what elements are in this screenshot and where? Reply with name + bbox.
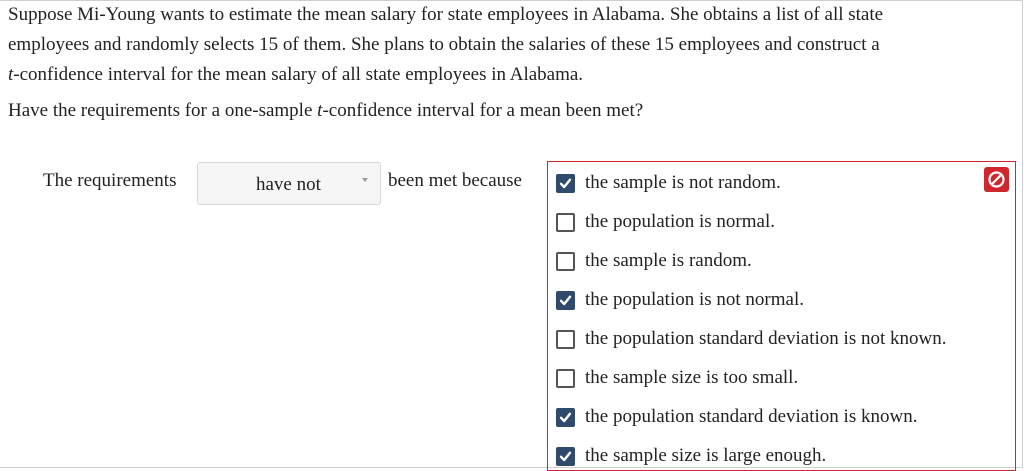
checkbox-checked[interactable] [556, 173, 575, 193]
question-line-3: t-confidence interval for the mean salar… [8, 60, 1008, 90]
reason-option[interactable]: the sample size is too small. [556, 363, 798, 393]
reason-option[interactable]: the population is normal. [556, 207, 775, 237]
reasons-checkbox-group: the sample is not random. the population … [547, 161, 1016, 471]
checkmark-icon [559, 178, 572, 188]
question-line-2: employees and randomly selects 15 of the… [8, 34, 880, 55]
checkbox-unchecked[interactable] [556, 212, 575, 232]
question-line-3-text: -confidence interval for the mean salary… [13, 64, 584, 85]
reason-option-label: the sample size is large enough. [585, 445, 827, 466]
no-entry-icon [984, 167, 1009, 192]
reason-option[interactable]: the sample is random. [556, 246, 752, 276]
checkbox-checked[interactable] [556, 407, 575, 427]
question-line-1: Suppose Mi-Young wants to estimate the m… [8, 4, 884, 25]
checkbox-checked[interactable] [556, 446, 575, 466]
checkbox-unchecked[interactable] [556, 329, 575, 349]
checkmark-icon [559, 295, 572, 305]
question-text: Suppose Mi-Young wants to estimate the m… [8, 0, 1008, 90]
requirements-dropdown[interactable]: have not [197, 162, 381, 205]
reason-option-label: the population is normal. [585, 211, 775, 232]
reason-option-label: the sample is not random. [585, 172, 781, 193]
reason-option-label: the sample size is too small. [585, 367, 799, 388]
reason-option-label: the population standard deviation is kno… [585, 406, 918, 427]
checkbox-unchecked[interactable] [556, 251, 575, 271]
checkbox-checked[interactable] [556, 290, 575, 310]
checkbox-unchecked[interactable] [556, 368, 575, 388]
reason-option[interactable]: the sample size is large enough. [556, 441, 826, 471]
reason-option-label: the sample is random. [585, 250, 752, 271]
reason-option[interactable]: the population standard deviation is kno… [556, 402, 917, 432]
checkmark-icon [559, 451, 572, 461]
checkmark-icon [559, 412, 572, 422]
reason-option-label: the population standard deviation is not… [585, 328, 947, 349]
reason-option[interactable]: the sample is not random. [556, 168, 781, 198]
dropdown-value: have not [256, 174, 321, 195]
chevron-down-icon [362, 178, 368, 182]
reason-option-label: the population is not normal. [585, 289, 805, 310]
reason-option[interactable]: the population standard deviation is not… [556, 324, 946, 354]
requirements-label: The requirements [43, 170, 177, 191]
because-label: been met because [388, 170, 522, 191]
prompt-part-b: -confidence interval for a mean been met… [322, 100, 644, 121]
reason-option[interactable]: the population is not normal. [556, 285, 804, 315]
prompt-part-a: Have the requirements for a one-sample [8, 100, 318, 121]
question-prompt: Have the requirements for a one-sample t… [8, 96, 643, 126]
